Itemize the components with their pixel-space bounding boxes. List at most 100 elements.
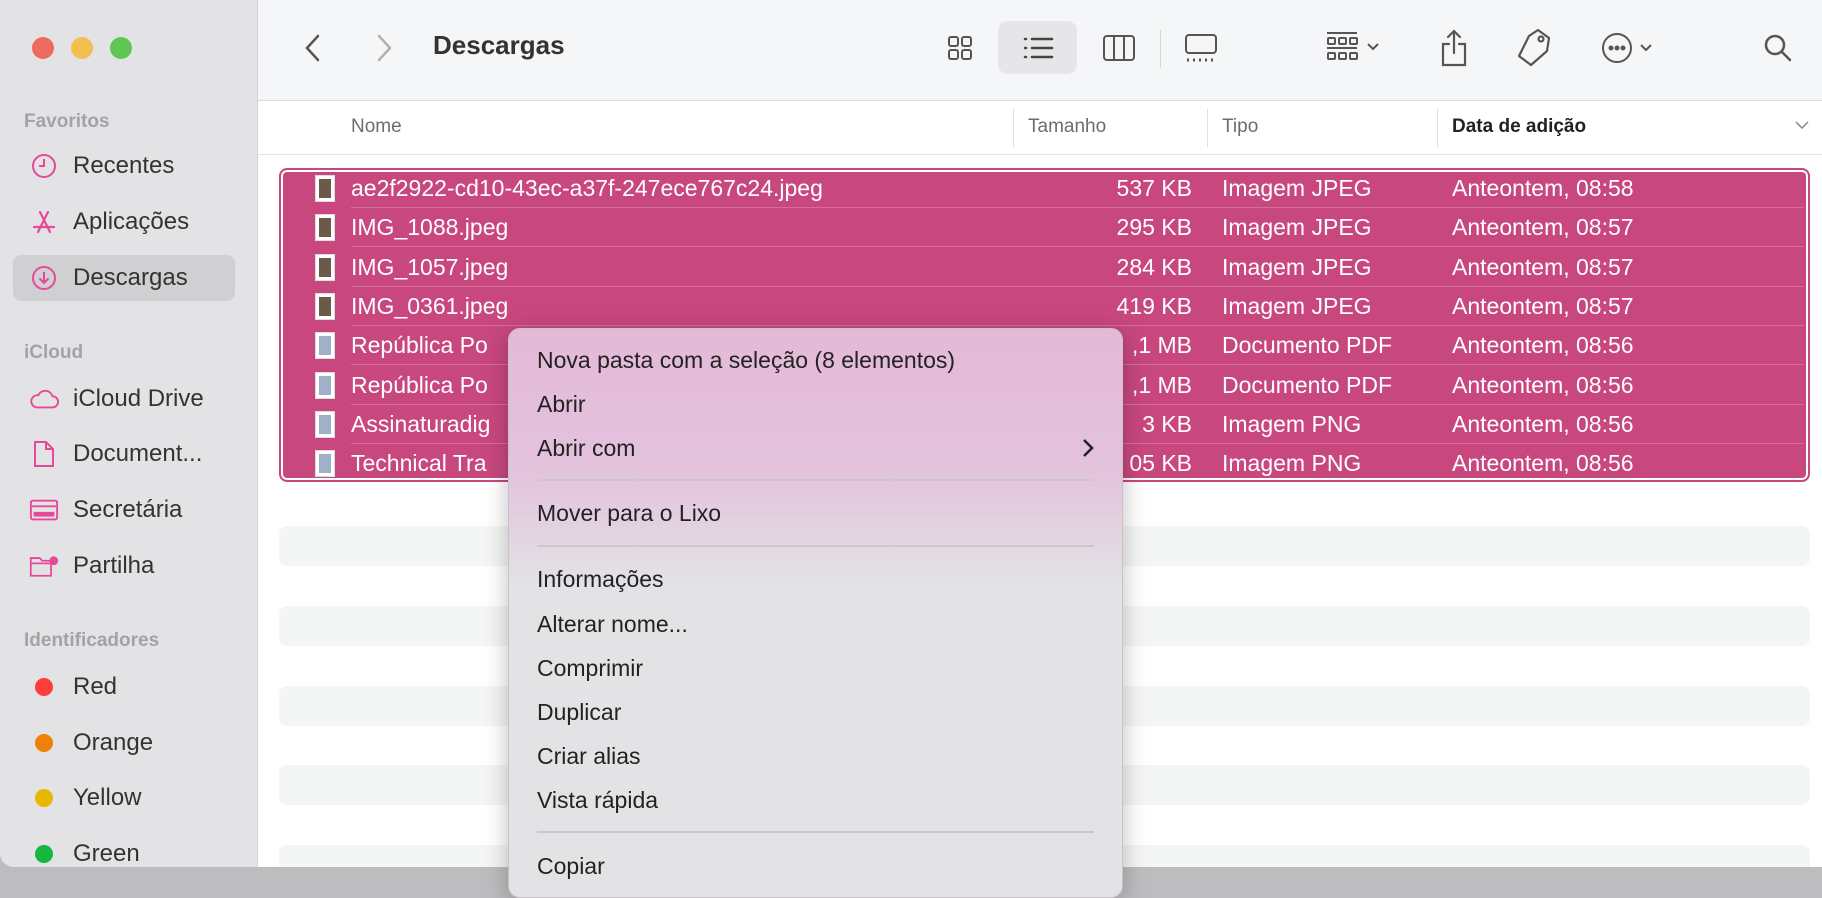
file-date-added: Anteontem, 08:56: [1452, 332, 1634, 359]
sidebar-item-label: Document...: [73, 440, 203, 467]
share-button[interactable]: [1436, 24, 1472, 72]
file-date-added: Anteontem, 08:58: [1452, 175, 1634, 201]
sidebar-item-documentos[interactable]: Document...: [13, 431, 235, 477]
column-kind[interactable]: Tipo: [1222, 116, 1258, 138]
file-name: República Po: [351, 332, 488, 359]
shared-folder-icon: [29, 553, 59, 579]
file-kind: Imagem JPEG: [1222, 175, 1372, 201]
menu-item[interactable]: Duplicar: [537, 692, 1102, 732]
file-size: 05 KB: [1129, 450, 1192, 477]
section-icloud: iCloud: [24, 342, 84, 363]
menu-item-label: Duplicar: [537, 698, 622, 725]
column-view-button[interactable]: [1096, 28, 1142, 68]
search-button[interactable]: [1758, 28, 1798, 68]
file-size: 295 KB: [1116, 214, 1192, 241]
file-size: 3 KB: [1142, 410, 1192, 437]
tag-button[interactable]: [1514, 24, 1554, 70]
file-kind: Imagem JPEG: [1222, 253, 1372, 280]
sort-chevron-icon[interactable]: [1794, 115, 1810, 137]
menu-item[interactable]: Copiar: [537, 846, 1102, 886]
download-icon: [29, 265, 59, 291]
list-view-button[interactable]: [998, 21, 1077, 74]
column-name[interactable]: Nome: [351, 116, 402, 138]
group-by-button[interactable]: [1324, 26, 1384, 70]
file-row[interactable]: ae2f2922-cd10-43ec-a37f-247ece767c24.jpe…: [281, 168, 1808, 208]
chevron-down-icon: [1367, 43, 1379, 51]
back-button[interactable]: [298, 30, 326, 66]
toolbar-divider: [1160, 30, 1161, 68]
file-name: ae2f2922-cd10-43ec-a37f-247ece767c24.jpe…: [351, 175, 823, 201]
file-kind: Documento PDF: [1222, 371, 1393, 398]
column-size[interactable]: Tamanho: [1028, 116, 1106, 138]
sidebar-item-aplicacoes[interactable]: Aplicações: [13, 199, 235, 245]
more-actions-button[interactable]: [1600, 28, 1660, 68]
menu-separator: [537, 545, 1094, 547]
sidebar-item-partilha[interactable]: Partilha: [13, 543, 235, 589]
menu-item[interactable]: Nova pasta com a seleção (8 elementos): [537, 340, 1102, 380]
file-date-added: Anteontem, 08:57: [1452, 253, 1634, 280]
file-name: Technical Tra: [351, 450, 487, 477]
file-kind: Imagem JPEG: [1222, 214, 1372, 241]
menu-item[interactable]: Comprimir: [537, 648, 1102, 688]
close-button[interactable]: [32, 37, 54, 59]
sidebar-item-label: Aplicações: [73, 208, 190, 235]
gallery-view-button[interactable]: [1178, 28, 1224, 68]
image-thumbnail-icon: [315, 410, 335, 438]
sidebar-item-descargas[interactable]: Descargas: [13, 255, 235, 301]
menu-item[interactable]: Criar alias: [537, 736, 1102, 776]
file-size: 284 KB: [1116, 253, 1192, 280]
menu-item[interactable]: Abrir: [537, 384, 1102, 424]
section-favorites: Favoritos: [24, 111, 110, 132]
file-kind: Imagem PNG: [1222, 450, 1362, 477]
file-kind: Documento PDF: [1222, 332, 1393, 359]
context-menu: Nova pasta com a seleção (8 elementos) Ab…: [508, 328, 1123, 898]
minimize-button[interactable]: [71, 37, 93, 59]
menu-item[interactable]: Vista rápida: [537, 780, 1102, 820]
tag-yellow[interactable]: Yellow: [13, 775, 235, 821]
file-name: República Po: [351, 371, 488, 398]
menu-item-label: Nova pasta com a seleção (8 elementos): [537, 346, 956, 373]
menu-item[interactable]: Abrir com: [537, 428, 1102, 468]
file-size: 537 KB: [1116, 175, 1192, 201]
image-thumbnail-icon: [315, 214, 335, 242]
menu-item[interactable]: Informações: [537, 559, 1102, 599]
file-row[interactable]: IMG_0361.jpeg 419 KB Imagem JPEG Anteont…: [281, 286, 1808, 326]
sidebar-item-recentes[interactable]: Recentes: [13, 143, 235, 189]
tag-red[interactable]: Red: [13, 664, 235, 710]
menu-separator: [537, 831, 1094, 833]
sidebar-item-icloud-drive[interactable]: iCloud Drive: [13, 376, 235, 422]
column-divider[interactable]: [1013, 109, 1014, 147]
file-row[interactable]: IMG_1088.jpeg 295 KB Imagem JPEG Anteont…: [281, 207, 1808, 248]
file-size: 419 KB: [1116, 292, 1192, 319]
menu-item-label: Mover para o Lixo: [537, 499, 722, 526]
window-title: Descargas: [433, 30, 565, 60]
menu-separator: [537, 479, 1094, 481]
tag-dot-icon: [29, 734, 59, 752]
column-date-added[interactable]: Data de adição: [1452, 116, 1586, 138]
file-size: ,1 MB: [1131, 332, 1192, 359]
forward-button[interactable]: [371, 30, 399, 66]
icon-view-button[interactable]: [940, 28, 980, 68]
menu-item-label: Comprimir: [537, 654, 644, 681]
sidebar-item-secretaria[interactable]: Secretária: [13, 487, 235, 533]
column-divider[interactable]: [1437, 109, 1438, 147]
tag-label: Yellow: [73, 784, 142, 811]
tag-label: Green: [73, 840, 140, 867]
zoom-button[interactable]: [110, 37, 132, 59]
chevron-right-icon: [1082, 437, 1094, 464]
file-date-added: Anteontem, 08:57: [1452, 292, 1634, 319]
file-date-added: Anteontem, 08:56: [1452, 410, 1634, 437]
desktop-icon: [29, 498, 59, 522]
tag-dot-icon: [29, 789, 59, 807]
file-name: Assinaturadig: [351, 410, 491, 437]
tag-label: Orange: [73, 729, 154, 756]
menu-item[interactable]: Mover para o Lixo: [537, 493, 1102, 533]
tag-green[interactable]: Green: [13, 831, 235, 867]
file-name: IMG_1057.jpeg: [351, 253, 509, 280]
file-row[interactable]: IMG_1057.jpeg 284 KB Imagem JPEG Anteont…: [281, 247, 1808, 287]
column-divider[interactable]: [1207, 109, 1208, 147]
tag-orange[interactable]: Orange: [13, 720, 235, 766]
menu-item-label: Abrir com: [537, 434, 636, 461]
menu-item[interactable]: Alterar nome...: [537, 604, 1102, 644]
file-kind: Imagem JPEG: [1222, 292, 1372, 319]
